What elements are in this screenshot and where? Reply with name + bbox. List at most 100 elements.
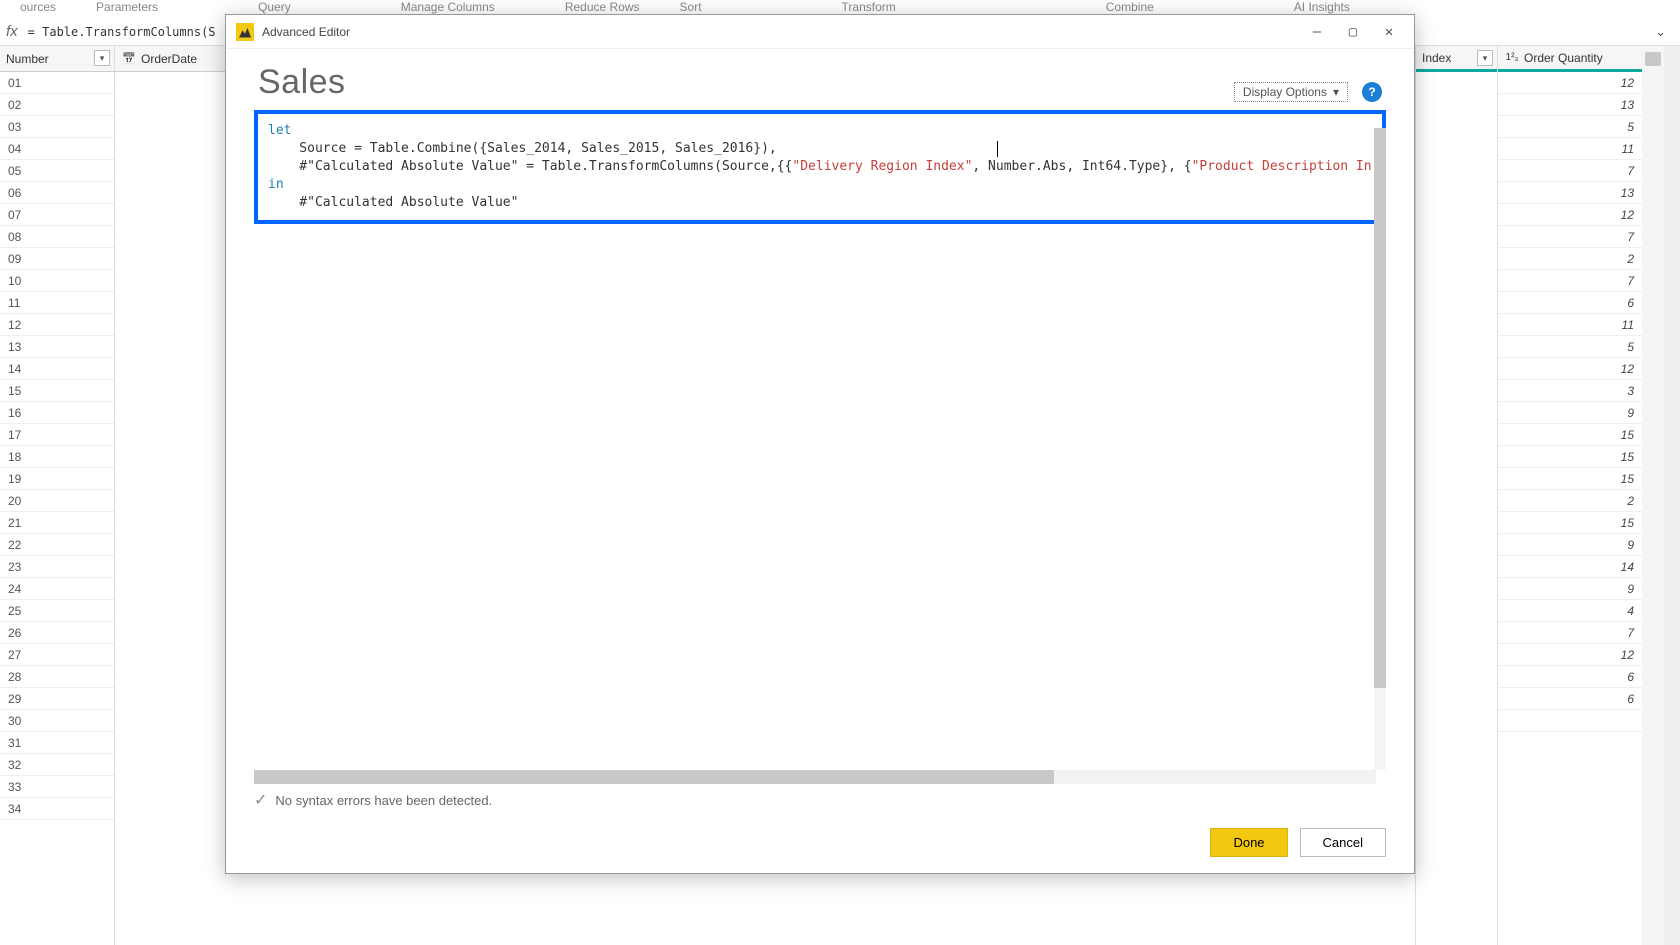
vertical-scrollbar[interactable] (1642, 46, 1664, 945)
row-number[interactable]: 09 (0, 248, 114, 270)
qty-cell[interactable]: 12 (1498, 644, 1642, 666)
calendar-icon (121, 51, 137, 67)
qty-cell[interactable]: 11 (1498, 138, 1642, 160)
formula-expand-icon[interactable]: ⌄ (1655, 24, 1666, 40)
row-number[interactable]: 21 (0, 512, 114, 534)
row-number[interactable]: 20 (0, 490, 114, 512)
row-number[interactable]: 17 (0, 424, 114, 446)
checkmark-icon: ✓ (254, 790, 267, 810)
code-editor-whitespace[interactable] (254, 224, 1386, 784)
ribbon-tab-transform[interactable]: Transform (842, 0, 896, 14)
row-number[interactable]: 16 (0, 402, 114, 424)
row-number[interactable]: 33 (0, 776, 114, 798)
qty-cell[interactable]: 4 (1498, 600, 1642, 622)
row-number[interactable]: 32 (0, 754, 114, 776)
qty-cell[interactable]: 9 (1498, 578, 1642, 600)
row-number[interactable]: 08 (0, 226, 114, 248)
advanced-editor-dialog: Advanced Editor — ▢ ✕ Sales Display Opti… (225, 14, 1415, 874)
row-number[interactable]: 05 (0, 160, 114, 182)
row-number[interactable]: 11 (0, 292, 114, 314)
column-header-number[interactable]: Number ▾ (0, 46, 114, 72)
editor-vertical-scrollbar[interactable] (1374, 128, 1386, 770)
row-number[interactable]: 15 (0, 380, 114, 402)
ribbon-tab-manage-columns[interactable]: Manage Columns (401, 0, 495, 14)
cancel-button[interactable]: Cancel (1300, 828, 1386, 857)
qty-cell[interactable]: 5 (1498, 116, 1642, 138)
row-number[interactable]: 03 (0, 116, 114, 138)
qty-cell[interactable]: 14 (1498, 556, 1642, 578)
ribbon-tab-ai-insights[interactable]: AI Insights (1294, 0, 1350, 14)
row-number[interactable]: 18 (0, 446, 114, 468)
qty-cell[interactable] (1498, 710, 1642, 732)
row-number[interactable]: 23 (0, 556, 114, 578)
row-number[interactable]: 19 (0, 468, 114, 490)
horizontal-scrollbar[interactable] (254, 770, 1376, 784)
column-header-order-quantity[interactable]: Order Quantity (1498, 46, 1642, 72)
minimize-button[interactable]: — (1308, 24, 1326, 40)
qty-cell[interactable]: 7 (1498, 160, 1642, 182)
qty-cell[interactable]: 5 (1498, 336, 1642, 358)
qty-cell[interactable]: 15 (1498, 468, 1642, 490)
ribbon-tab-query[interactable]: Query (258, 0, 291, 14)
ribbon-tab-parameters[interactable]: Parameters (96, 0, 158, 14)
row-number[interactable]: 10 (0, 270, 114, 292)
row-number[interactable]: 28 (0, 666, 114, 688)
column-label: Number (6, 52, 49, 66)
qty-cell[interactable]: 11 (1498, 314, 1642, 336)
row-number[interactable]: 13 (0, 336, 114, 358)
row-number[interactable]: 14 (0, 358, 114, 380)
qty-cell[interactable]: 9 (1498, 402, 1642, 424)
ribbon-tab-sources[interactable]: ources (20, 0, 56, 14)
qty-cell[interactable]: 2 (1498, 490, 1642, 512)
row-number[interactable]: 26 (0, 622, 114, 644)
row-number[interactable]: 34 (0, 798, 114, 820)
row-number[interactable]: 25 (0, 600, 114, 622)
row-number[interactable]: 30 (0, 710, 114, 732)
help-button[interactable]: ? (1362, 82, 1382, 102)
column-dropdown-icon[interactable]: ▾ (94, 50, 110, 66)
qty-cell[interactable]: 7 (1498, 270, 1642, 292)
row-number[interactable]: 12 (0, 314, 114, 336)
qty-cell[interactable]: 6 (1498, 688, 1642, 710)
qty-cell[interactable]: 12 (1498, 358, 1642, 380)
qty-cell[interactable]: 15 (1498, 512, 1642, 534)
column-dropdown-icon[interactable]: ▾ (1477, 50, 1493, 66)
column-label: Index (1422, 51, 1451, 65)
row-number[interactable]: 01 (0, 72, 114, 94)
display-options-dropdown[interactable]: Display Options ▾ (1234, 82, 1348, 102)
row-number[interactable]: 02 (0, 94, 114, 116)
qty-cell[interactable]: 13 (1498, 182, 1642, 204)
row-number[interactable]: 22 (0, 534, 114, 556)
ribbon-tab-combine[interactable]: Combine (1106, 0, 1154, 14)
row-number[interactable]: 24 (0, 578, 114, 600)
row-number[interactable]: 07 (0, 204, 114, 226)
maximize-button[interactable]: ▢ (1344, 24, 1362, 40)
qty-cell[interactable]: 13 (1498, 94, 1642, 116)
qty-cell[interactable]: 12 (1498, 72, 1642, 94)
qty-cell[interactable]: 9 (1498, 534, 1642, 556)
qty-cell[interactable]: 7 (1498, 622, 1642, 644)
qty-cell[interactable]: 15 (1498, 446, 1642, 468)
query-name-heading: Sales (258, 63, 346, 102)
qty-cell[interactable]: 12 (1498, 204, 1642, 226)
column-header-index[interactable]: Index ▾ (1416, 46, 1497, 72)
row-number[interactable]: 31 (0, 732, 114, 754)
row-number[interactable]: 29 (0, 688, 114, 710)
qty-cell[interactable]: 7 (1498, 226, 1642, 248)
row-number[interactable]: 06 (0, 182, 114, 204)
ribbon-tab-reduce-rows[interactable]: Reduce Rows (565, 0, 640, 14)
done-button[interactable]: Done (1210, 828, 1287, 857)
formula-text[interactable]: = Table.TransformColumns(S (28, 25, 216, 39)
qty-cell[interactable]: 6 (1498, 292, 1642, 314)
close-button[interactable]: ✕ (1380, 24, 1398, 40)
qty-cell[interactable]: 6 (1498, 666, 1642, 688)
row-number[interactable]: 04 (0, 138, 114, 160)
qty-cell[interactable]: 2 (1498, 248, 1642, 270)
row-number[interactable]: 27 (0, 644, 114, 666)
qty-cell[interactable]: 3 (1498, 380, 1642, 402)
outer-scrollbar[interactable] (1664, 46, 1680, 945)
fx-icon[interactable]: fx (6, 23, 18, 40)
ribbon-tab-sort[interactable]: Sort (680, 0, 702, 14)
code-editor[interactable]: let Source = Table.Combine({Sales_2014, … (258, 114, 1382, 220)
qty-cell[interactable]: 15 (1498, 424, 1642, 446)
